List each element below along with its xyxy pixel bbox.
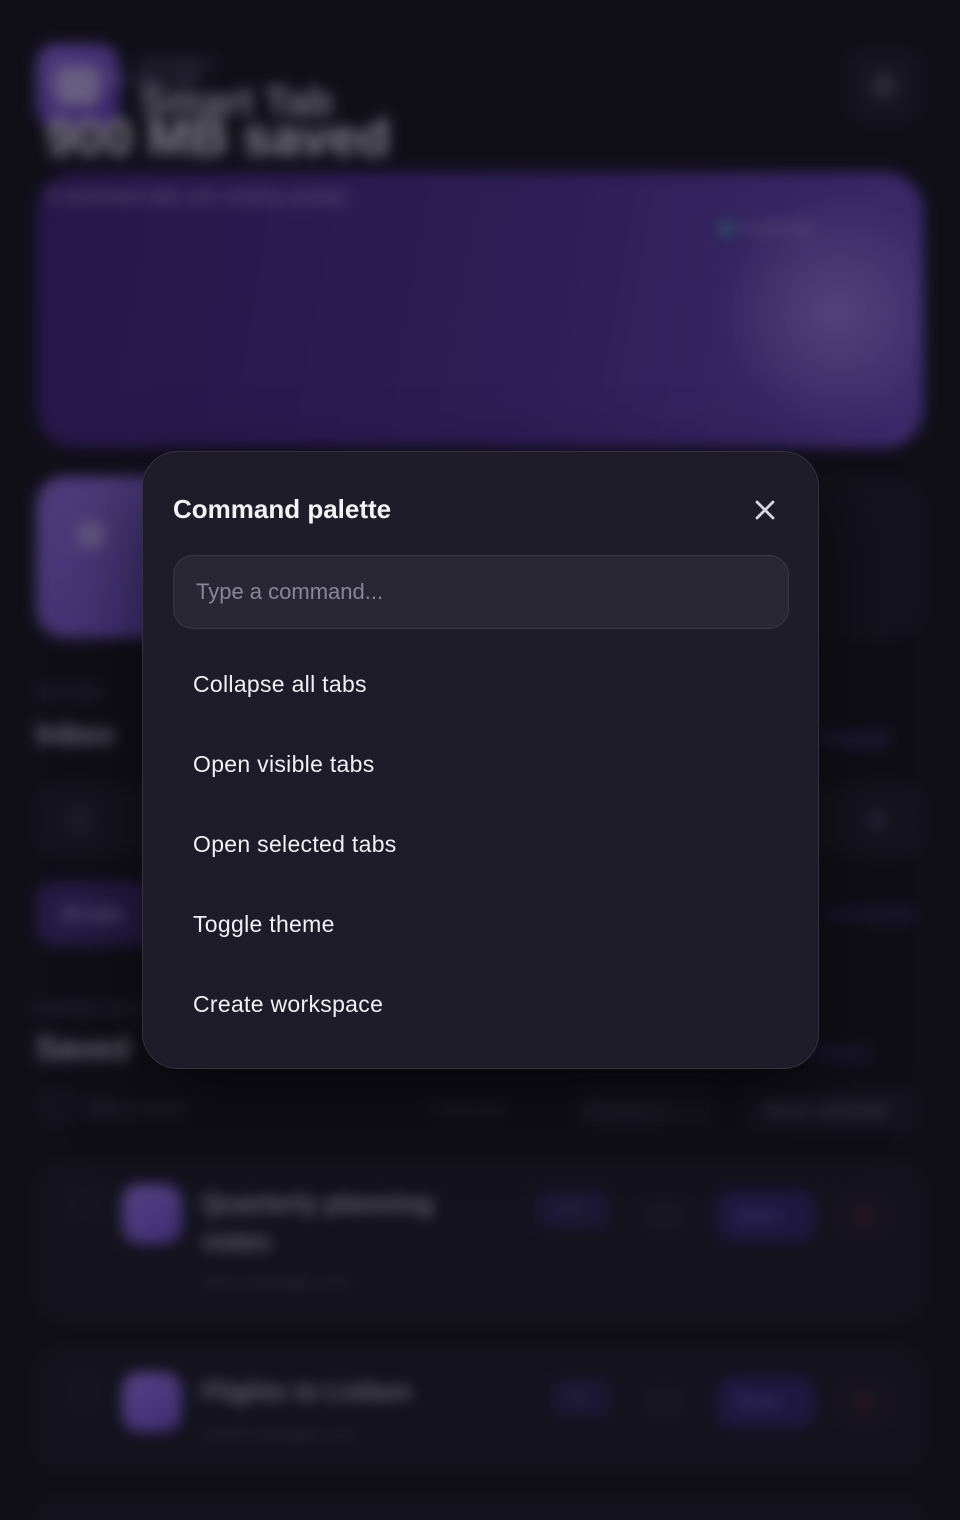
- command-list: Collapse all tabs Open visible tabs Open…: [173, 644, 789, 1044]
- command-collapse-all-tabs[interactable]: Collapse all tabs: [173, 644, 789, 724]
- palette-title: Command palette: [173, 494, 392, 524]
- command-open-selected-tabs[interactable]: Open selected tabs: [173, 804, 789, 884]
- app-stage: SHOBEY Smart Tab ⚙ MEMORY RELIEF 900 MB …: [0, 0, 960, 1520]
- command-create-workspace[interactable]: Create workspace: [173, 964, 789, 1044]
- close-button[interactable]: [747, 492, 783, 528]
- close-icon: [755, 500, 775, 520]
- command-search-input[interactable]: [173, 555, 789, 629]
- command-open-visible-tabs[interactable]: Open visible tabs: [173, 724, 789, 804]
- command-toggle-theme[interactable]: Toggle theme: [173, 884, 789, 964]
- command-palette: Command palette Collapse all tabs Open v…: [142, 451, 819, 1069]
